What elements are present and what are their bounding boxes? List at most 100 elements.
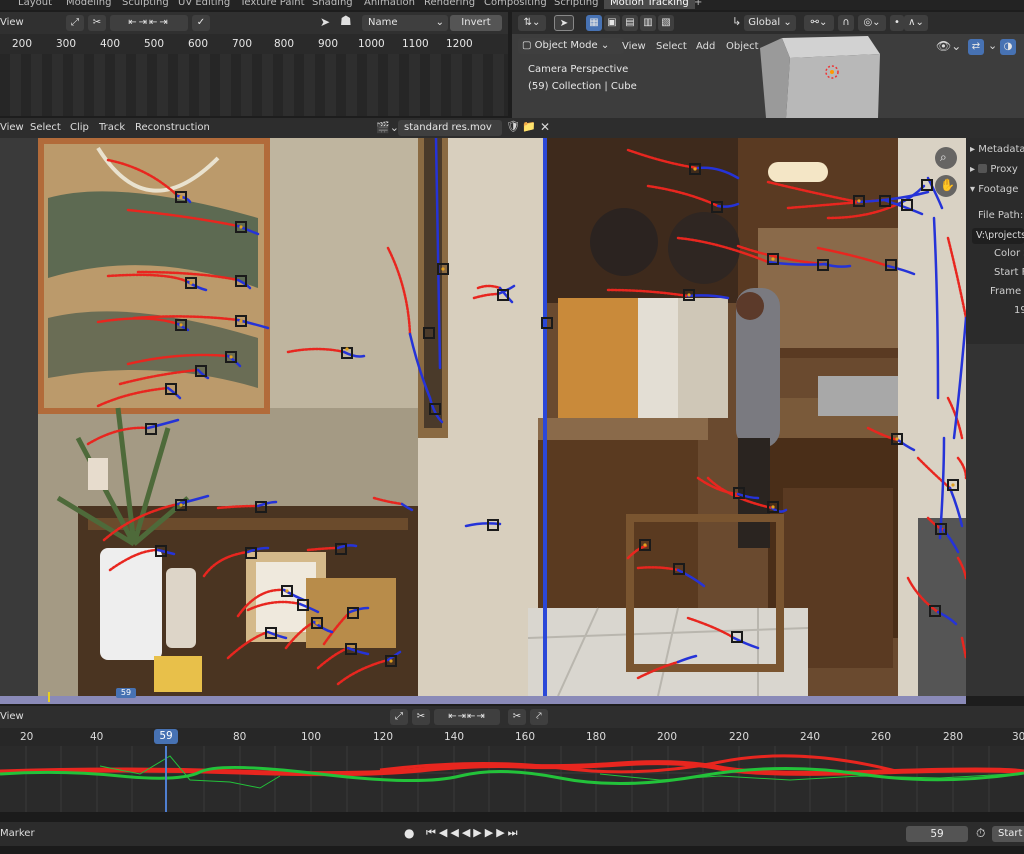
viewport-menu-view[interactable]: View — [622, 36, 646, 58]
tab-animation[interactable]: Animation — [358, 0, 421, 9]
magnet-icon[interactable]: ∩ — [838, 15, 854, 31]
select-intersect-icon[interactable]: ▧ — [658, 15, 674, 31]
transform-pivot-icon[interactable]: ↳ — [732, 15, 741, 28]
clip-menu-view[interactable]: View — [0, 118, 24, 138]
viewport-menu-select[interactable]: Select — [656, 36, 687, 58]
proxy-panel-header[interactable]: ▸ Proxy — [970, 164, 1018, 175]
clip-menu-reconstruction[interactable]: Reconstruction — [135, 118, 210, 138]
viewport-menu-object[interactable]: Object — [726, 36, 759, 58]
select-box-icon[interactable]: ▦ — [586, 15, 602, 31]
snap-icon[interactable]: ⚯⌄ — [804, 15, 834, 31]
timeline-header: Marker ● ⏮◀◀◀▶▶▶⏭ 59 ⏱ Start — [0, 822, 1024, 846]
dope-keyframe-nav-icons[interactable]: ⇤⇥⇤⇥ — [110, 15, 188, 31]
color-space-label: Color Space — [994, 248, 1024, 259]
ruler-tick: 600 — [188, 38, 209, 50]
unlink-icon[interactable]: ✕ — [540, 120, 550, 134]
playback-controls[interactable]: ⏮◀◀◀▶▶▶⏭ — [426, 826, 521, 840]
dot-icon[interactable]: • — [890, 15, 904, 31]
ruler-tick: 500 — [144, 38, 165, 50]
clip-menu-clip[interactable]: Clip — [70, 118, 89, 138]
tab-texture-paint[interactable]: Texture Paint — [234, 0, 311, 9]
timeline-marker-menu[interactable]: Marker — [0, 822, 35, 846]
graph-ruler-tick: 220 — [729, 731, 750, 743]
dope-tool-icon-2[interactable]: ✂ — [88, 15, 106, 31]
proportional-edit-icon[interactable]: ◎⌄ — [858, 15, 886, 31]
graph-view-menu[interactable]: View — [0, 706, 24, 728]
clip-menu-track[interactable]: Track — [99, 118, 125, 138]
current-frame-field[interactable]: 59 — [906, 826, 968, 842]
fake-user-icon[interactable]: 🛡 — [506, 120, 520, 133]
editor-type-icon[interactable]: ⇅⌄ — [518, 15, 546, 31]
graph-ruler-tick: 180 — [586, 731, 607, 743]
tab-compositing[interactable]: Compositing — [478, 0, 553, 9]
ghost-icon[interactable]: ☗ — [340, 14, 352, 29]
overlay-icon[interactable]: ◑ — [1000, 39, 1016, 55]
transform-orientation-select[interactable]: Global ⌄ — [744, 15, 796, 31]
name-select[interactable]: Name ⌄ — [362, 15, 448, 31]
graph-tool-icon-1[interactable]: ⤢ — [390, 709, 408, 725]
clip-scrubber[interactable] — [0, 696, 966, 704]
dopesheet-channels[interactable] — [0, 54, 508, 116]
dopesheet-view-menu[interactable]: View — [0, 12, 24, 34]
tab-layout[interactable]: Layout — [12, 0, 58, 9]
metadata-panel-header[interactable]: ▸ Metadata — [970, 144, 1024, 155]
object-mode-select[interactable]: ▢ Object Mode ⌄ — [518, 38, 624, 54]
graph-ruler-tick: 200 — [657, 731, 678, 743]
tab-uv-editing[interactable]: UV Editing — [172, 0, 236, 9]
clip-side-panel: ▸ Metadata ▸ Proxy ▾ Footage File Path: … — [966, 138, 1024, 696]
file-path-field[interactable]: V:\projects\ — [972, 228, 1024, 244]
graph-clear-icon[interactable]: ✂ — [508, 709, 526, 725]
tab-shading[interactable]: Shading — [306, 0, 359, 9]
select-extend-icon[interactable]: ▣ — [604, 15, 620, 31]
dope-link-icon[interactable]: ✓ — [192, 15, 210, 31]
ruler-tick: 300 — [56, 38, 77, 50]
tab-motion-tracking[interactable]: Motion Tracking — [604, 0, 695, 9]
falloff-icon[interactable]: ∧⌄ — [904, 15, 928, 31]
visibility-icon[interactable]: 👁⌄ — [936, 39, 961, 53]
gizmo-dropdown-icon[interactable]: ⌄ — [988, 39, 997, 52]
frame-offset-value[interactable]: 19 — [1014, 305, 1024, 316]
ruler-tick: 1100 — [402, 38, 429, 50]
record-icon[interactable]: ● — [404, 826, 414, 840]
invert-button[interactable]: Invert — [450, 15, 502, 31]
graph-tool-icon-2[interactable]: ✂ — [412, 709, 430, 725]
ruler-tick: 400 — [100, 38, 121, 50]
dopesheet-ruler: 200 300 400 500 600 700 800 900 1000 110… — [0, 34, 508, 54]
select-cursor-icon[interactable]: ➤ — [554, 15, 574, 31]
select-subtract-icon[interactable]: ▤ — [622, 15, 638, 31]
graph-link-icon[interactable]: ⤤ — [530, 709, 548, 725]
timer-icon[interactable]: ⏱ — [976, 826, 985, 841]
viewport-overlay-collection: (59) Collection | Cube — [528, 81, 637, 92]
clip-start-marker — [48, 692, 50, 702]
dope-tool-icon-1[interactable]: ⤢ — [66, 15, 84, 31]
open-folder-icon[interactable]: 📁 — [522, 120, 536, 133]
motion-graph[interactable] — [0, 746, 1024, 812]
tab-scripting[interactable]: Scripting — [548, 0, 604, 9]
graph-ruler-tick: 260 — [871, 731, 892, 743]
select-invert-icon[interactable]: ▥ — [640, 15, 656, 31]
ruler-tick: 1200 — [446, 38, 473, 50]
cube-object[interactable] — [760, 32, 920, 118]
tab-rendering[interactable]: Rendering — [418, 0, 481, 9]
graph-nav-icons[interactable]: ⇤⇥⇤⇥ — [434, 709, 500, 725]
start-frame-field[interactable]: Start — [992, 826, 1024, 842]
proxy-checkbox[interactable] — [978, 164, 988, 173]
clip-menu-select[interactable]: Select — [30, 118, 61, 138]
cursor-icon[interactable]: ➤ — [320, 15, 330, 29]
clip-name-field[interactable]: standard res.mov — [398, 120, 502, 136]
graph-current-frame[interactable]: 59 — [154, 729, 178, 744]
clip-frame-marker[interactable]: 59 — [116, 688, 136, 698]
zoom-icon[interactable]: ⌕ — [940, 150, 947, 165]
graph-ruler-tick: 120 — [373, 731, 394, 743]
tab-modeling[interactable]: Modeling — [60, 0, 118, 9]
pan-hand-icon[interactable]: ✋ — [940, 178, 955, 192]
clip-footage[interactable] — [38, 138, 966, 696]
gizmo-icon[interactable]: ⇄ — [968, 39, 984, 55]
footage-panel-header[interactable]: ▾ Footage — [970, 184, 1018, 195]
graph-ruler-tick: 160 — [515, 731, 536, 743]
viewport-menu-add[interactable]: Add — [696, 36, 715, 58]
tab-sculpting[interactable]: Sculpting — [116, 0, 175, 9]
tab-add[interactable]: + — [688, 0, 708, 9]
clip-browse-icon[interactable]: 🎬⌄ — [376, 121, 399, 134]
ruler-tick: 1000 — [358, 38, 385, 50]
